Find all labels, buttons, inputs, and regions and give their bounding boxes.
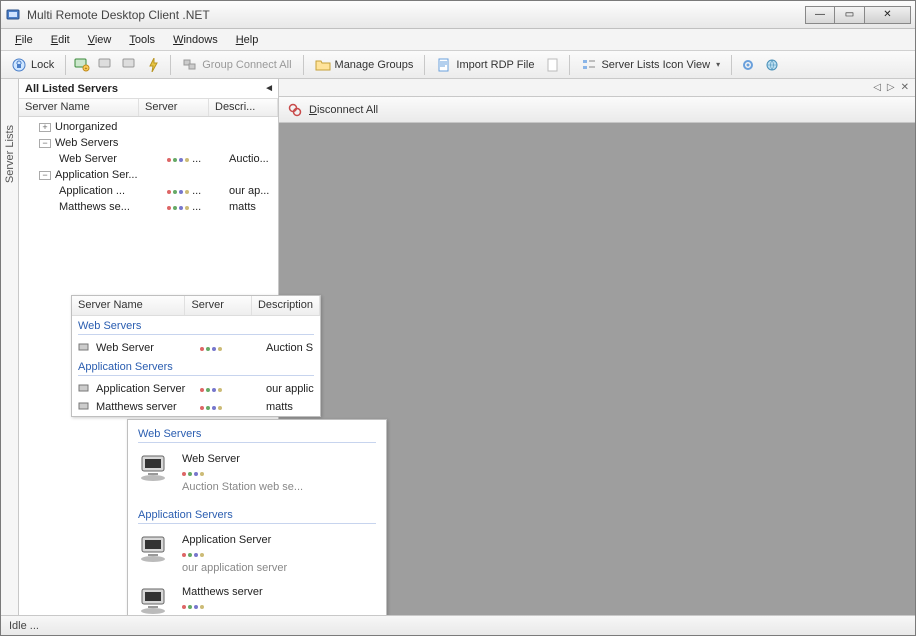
server-icon xyxy=(78,383,92,395)
view-mode-dropdown[interactable]: Server Lists Icon View ▾ xyxy=(575,55,726,75)
monitor-add-icon: + xyxy=(74,57,90,73)
lightning-icon xyxy=(146,57,162,73)
lock-icon xyxy=(11,57,27,73)
sidebar-title: All Listed Servers xyxy=(25,83,118,95)
view-mode-label: Server Lists Icon View xyxy=(601,59,710,71)
group-connect-icon xyxy=(182,57,198,73)
float-details-panel: Server Name Server Description Web Serve… xyxy=(71,295,321,417)
import-rdp-button[interactable]: Import RDP File xyxy=(430,55,540,75)
col-name[interactable]: Server Name xyxy=(19,99,139,116)
col-server[interactable]: Server xyxy=(139,99,209,116)
server-tree: +Unorganized −Web Servers Web Server ...… xyxy=(19,117,278,217)
connect-button[interactable] xyxy=(143,55,165,75)
import-rdp-label: Import RDP File xyxy=(456,59,534,71)
group-connect-all-label: Group Connect All xyxy=(202,59,291,71)
main-tab-nav: ◁ ▷ ✕ xyxy=(279,79,915,97)
tree-node-web-servers[interactable]: −Web Servers xyxy=(19,135,278,151)
nav-next-button[interactable]: ▷ xyxy=(887,82,895,93)
computer-icon xyxy=(138,534,172,564)
list-item[interactable]: Web Server Auction S xyxy=(72,339,320,357)
fgroup-app-servers: Application Servers xyxy=(72,357,320,375)
list-item[interactable]: Application Server our applic xyxy=(72,380,320,398)
menu-bar: File Edit View Tools Windows Help xyxy=(1,29,915,51)
disconnect-bar: Disconnect All xyxy=(279,97,915,123)
disconnect-all-button[interactable]: Disconnect All xyxy=(309,104,378,116)
title-bar: Multi Remote Desktop Client .NET — ▭ ✕ xyxy=(1,1,915,29)
pin-icon[interactable]: ◄ xyxy=(264,83,274,94)
manage-groups-label: Manage Groups xyxy=(335,59,414,71)
computer-icon xyxy=(138,586,172,615)
group-connect-all-button[interactable]: Group Connect All xyxy=(176,55,297,75)
tile-item[interactable]: Web Server Auction Station web se... xyxy=(128,449,386,501)
new-connection-button[interactable]: + xyxy=(71,55,93,75)
window-controls: — ▭ ✕ xyxy=(805,6,911,24)
vertical-tab[interactable]: Server Lists xyxy=(1,79,19,615)
manage-groups-button[interactable]: Manage Groups xyxy=(309,55,420,75)
menu-view[interactable]: View xyxy=(80,32,120,48)
close-button[interactable]: ✕ xyxy=(865,6,911,24)
status-text: Idle ... xyxy=(9,620,39,632)
tree-item-application-server[interactable]: Application ... ... our ap... xyxy=(19,183,278,199)
menu-tools[interactable]: Tools xyxy=(121,32,163,48)
body: Server Lists All Listed Servers ◄ Server… xyxy=(1,79,915,615)
float-tile-panel: Web Servers Web Server Auction Station w… xyxy=(127,419,387,615)
fcol-desc[interactable]: Description xyxy=(252,296,320,315)
col-desc[interactable]: Descri... xyxy=(209,99,278,116)
tile-item[interactable]: Application Server our application serve… xyxy=(128,530,386,582)
file-import-icon xyxy=(436,57,452,73)
fcol-name[interactable]: Server Name xyxy=(72,296,185,315)
status-bar: Idle ... xyxy=(1,615,915,635)
nav-prev-button[interactable]: ◁ xyxy=(873,82,881,93)
svg-text:+: + xyxy=(85,66,88,72)
tilegroup-app-servers: Application Servers xyxy=(128,501,386,523)
monitor-remove-icon xyxy=(98,57,114,73)
menu-windows[interactable]: Windows xyxy=(165,32,226,48)
menu-file[interactable]: File xyxy=(7,32,41,48)
about-button[interactable] xyxy=(761,55,783,75)
menu-help[interactable]: Help xyxy=(228,32,267,48)
monitor-edit-icon xyxy=(122,57,138,73)
file-export-icon xyxy=(545,57,561,73)
vertical-tab-label: Server Lists xyxy=(4,125,16,183)
list-item[interactable]: Matthews server matts xyxy=(72,398,320,416)
delete-connection-button[interactable] xyxy=(95,55,117,75)
toolbar: Lock + Group Connect All Manage Groups I… xyxy=(1,51,915,79)
list-view-icon xyxy=(581,57,597,73)
tile-item[interactable]: Matthews server matts xyxy=(128,582,386,615)
fgroup-web-servers: Web Servers xyxy=(72,316,320,334)
lock-label: Lock xyxy=(31,59,54,71)
tree-node-unorganized[interactable]: +Unorganized xyxy=(19,119,278,135)
export-rdp-button[interactable] xyxy=(542,55,564,75)
gear-icon xyxy=(740,57,756,73)
tree-item-web-server[interactable]: Web Server ... Auctio... xyxy=(19,151,278,167)
computer-icon xyxy=(138,453,172,483)
edit-connection-button[interactable] xyxy=(119,55,141,75)
nav-close-button[interactable]: ✕ xyxy=(901,82,909,93)
maximize-button[interactable]: ▭ xyxy=(835,6,865,24)
window-title: Multi Remote Desktop Client .NET xyxy=(27,8,805,22)
menu-edit[interactable]: Edit xyxy=(43,32,78,48)
disconnect-icon xyxy=(287,102,303,118)
minimize-button[interactable]: — xyxy=(805,6,835,24)
tilegroup-web-servers: Web Servers xyxy=(128,420,386,442)
app-icon xyxy=(5,7,21,23)
globe-icon xyxy=(764,57,780,73)
tree-item-matthews-server[interactable]: Matthews se... ... matts xyxy=(19,199,278,215)
fcol-server[interactable]: Server xyxy=(185,296,252,315)
settings-button[interactable] xyxy=(737,55,759,75)
tree-node-app-servers[interactable]: −Application Ser... xyxy=(19,167,278,183)
float-columns: Server Name Server Description xyxy=(72,296,320,316)
sidebar-header: All Listed Servers ◄ xyxy=(19,79,278,99)
dropdown-arrow-icon: ▾ xyxy=(716,60,720,69)
sidebar-columns: Server Name Server Descri... xyxy=(19,99,278,117)
folder-gear-icon xyxy=(315,57,331,73)
lock-button[interactable]: Lock xyxy=(5,55,60,75)
server-icon xyxy=(78,342,92,354)
server-icon xyxy=(78,401,92,413)
app-window: Multi Remote Desktop Client .NET — ▭ ✕ F… xyxy=(0,0,916,636)
